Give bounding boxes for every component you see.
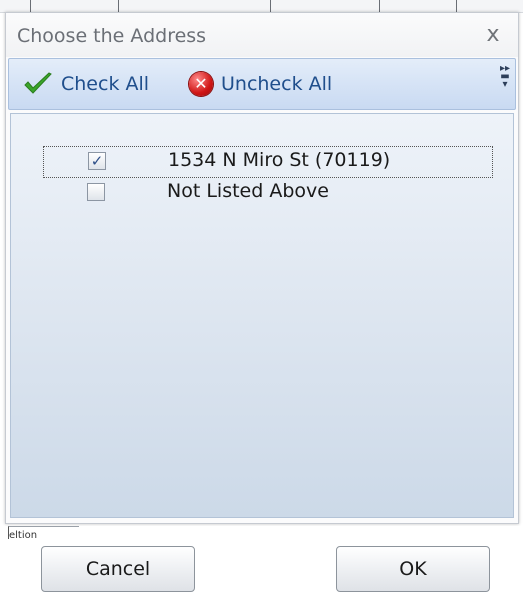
background-divider — [270, 0, 271, 12]
uncheck-x-icon: ✕ — [189, 72, 213, 96]
dialog-title: Choose the Address — [17, 25, 207, 47]
toolbar-overflow-icon[interactable]: ▸▸ ▬ ▾ — [499, 64, 511, 105]
list-item-label: Not Listed Above — [167, 180, 329, 202]
checkmark-icon — [24, 72, 52, 94]
close-icon[interactable]: x — [480, 22, 506, 48]
choose-address-dialog: Choose the Address x Check All ✕ Uncheck… — [5, 12, 519, 592]
checkbox-unchecked[interactable] — [87, 183, 105, 201]
background-text-fragment: eltion — [8, 526, 79, 539]
background-window-fragment: eltion — [0, 526, 523, 539]
check-all-label: Check All — [61, 73, 150, 95]
uncheck-all-label: Uncheck All — [221, 73, 333, 95]
list-item-label: 1534 N Miro St (70119) — [168, 149, 391, 171]
toolbar: Check All ✕ Uncheck All ▸▸ ▬ ▾ — [8, 58, 516, 110]
background-divider — [379, 0, 380, 12]
list-item[interactable]: Not Listed Above — [43, 178, 493, 210]
background-divider — [30, 0, 31, 12]
dialog-titlebar: Choose the Address x — [6, 13, 518, 57]
background-divider — [118, 0, 119, 12]
ok-button[interactable]: OK — [336, 546, 490, 592]
cancel-button[interactable]: Cancel — [41, 546, 195, 592]
checkbox-checked[interactable]: ✓ — [88, 152, 106, 170]
check-all-button[interactable]: Check All — [23, 69, 149, 99]
address-checklist: ✓ 1534 N Miro St (70119) Not Listed Abov… — [43, 146, 493, 226]
list-item[interactable]: ✓ 1534 N Miro St (70119) — [43, 146, 493, 178]
uncheck-all-button[interactable]: ✕ Uncheck All — [189, 69, 332, 99]
address-panel: ✓ 1534 N Miro St (70119) Not Listed Abov… — [10, 113, 514, 592]
background-divider — [456, 0, 457, 12]
